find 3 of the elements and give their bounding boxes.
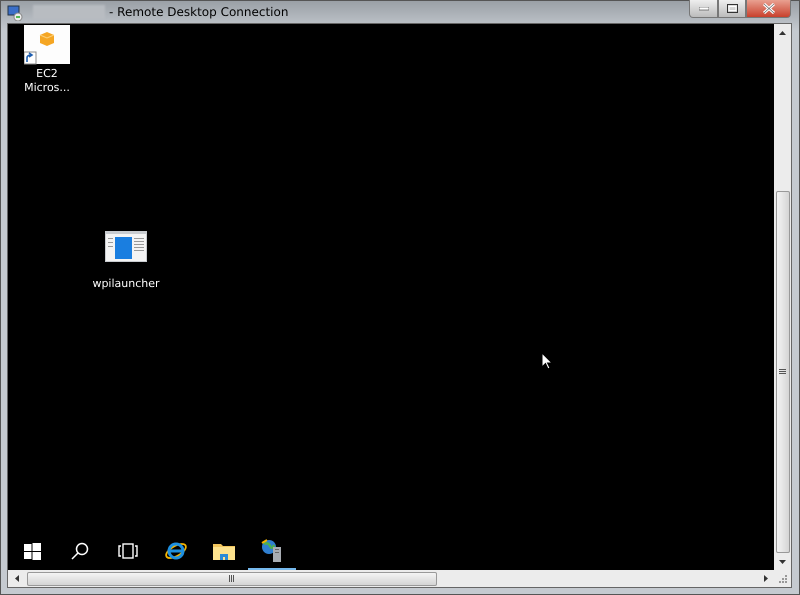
icon-label: wpilauncher	[92, 277, 160, 291]
window-title: - Remote Desktop Connection	[109, 5, 288, 19]
icon-label: EC2 Micros...	[23, 67, 71, 95]
